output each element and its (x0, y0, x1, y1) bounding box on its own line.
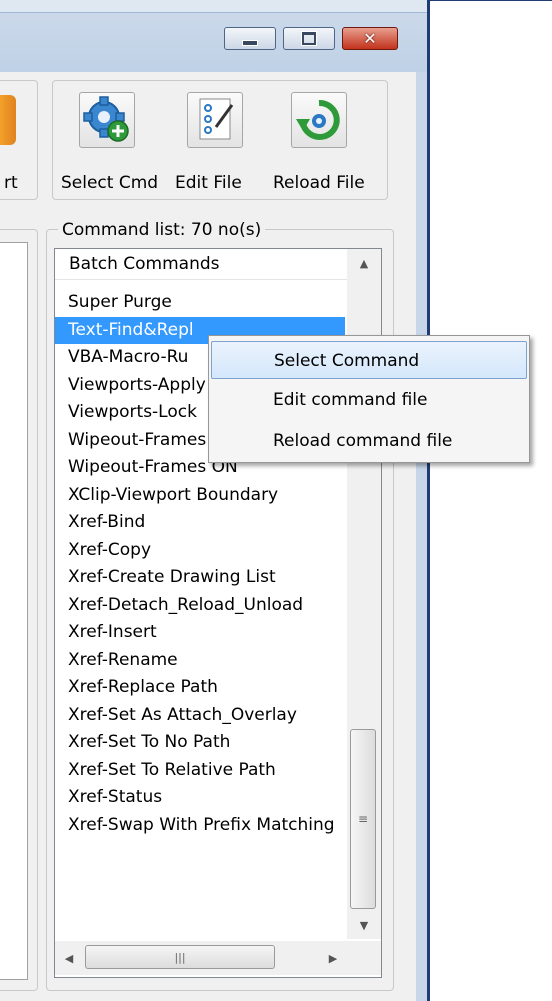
scroll-right-arrow[interactable]: ▶ (319, 941, 347, 975)
partial-toolbar-icon[interactable] (0, 95, 16, 145)
edit-file-icon (187, 92, 243, 148)
list-item[interactable]: Xref-Set As Attach_Overlay (55, 702, 345, 730)
list-item[interactable]: XClip-Viewport Boundary (55, 482, 345, 510)
minimize-button[interactable] (224, 27, 276, 50)
list-item[interactable]: Xref-Detach_Reload_Unload (55, 592, 345, 620)
close-button[interactable]: ✕ (342, 27, 398, 50)
select-cmd-button[interactable]: Select Cmd (61, 81, 159, 201)
application-window: ✕ rt Select Cmd Edit File Reload File Co… (0, 0, 430, 1001)
maximize-icon (302, 32, 316, 45)
reload-file-label: Reload File (273, 173, 365, 193)
list-item[interactable]: Xref-Swap With Prefix Matching (55, 812, 345, 840)
edit-file-label: Edit File (175, 173, 242, 193)
minimize-icon (242, 39, 258, 46)
toolbar-group: Select Cmd Edit File Reload File (52, 80, 388, 200)
list-item[interactable]: Xref-Set To Relative Path (55, 757, 345, 785)
title-bar[interactable]: ✕ (0, 12, 427, 73)
client-area: rt Select Cmd Edit File Reload File Comm… (0, 72, 416, 1001)
list-item[interactable]: Xref-Set To No Path (55, 729, 345, 757)
scroll-down-arrow[interactable]: ▼ (347, 911, 381, 939)
menu-item-reload-command-file[interactable]: Reload command file (211, 422, 527, 460)
menu-item-select-command[interactable]: Select Command (211, 341, 527, 379)
window-right-frame (416, 72, 427, 1001)
gear-add-icon (79, 92, 135, 148)
left-panel (0, 229, 38, 991)
scrollbar-corner (347, 941, 381, 975)
edit-file-button[interactable]: Edit File (173, 81, 269, 201)
menu-item-edit-command-file[interactable]: Edit command file (211, 381, 527, 419)
list-item[interactable]: Xref-Copy (55, 537, 345, 565)
left-toolbar-group: rt (0, 80, 38, 200)
list-item[interactable]: Xref-Replace Path (55, 674, 345, 702)
reload-icon (291, 92, 347, 148)
reload-file-button[interactable]: Reload File (273, 81, 383, 201)
list-item[interactable]: Super Purge (55, 289, 345, 317)
left-panel-list[interactable] (0, 242, 28, 980)
vertical-scroll-thumb[interactable]: ≡ (350, 729, 376, 909)
command-list-title: Command list: 70 no(s) (58, 220, 266, 240)
scroll-up-arrow[interactable]: ▲ (347, 249, 381, 277)
context-menu: Select Command Edit command file Reload … (208, 335, 530, 463)
column-header-batch-commands[interactable]: Batch Commands (55, 249, 359, 280)
window-frame-top (430, 0, 552, 1)
list-item[interactable]: Xref-Status (55, 784, 345, 812)
maximize-button[interactable] (283, 27, 335, 50)
partial-toolbar-label: rt (4, 173, 18, 193)
scroll-left-arrow[interactable]: ◀ (55, 941, 83, 975)
horizontal-scrollbar[interactable]: ◀ ||| ▶ (55, 941, 347, 975)
select-cmd-label: Select Cmd (61, 173, 159, 193)
close-icon: ✕ (363, 28, 377, 48)
horizontal-scroll-thumb[interactable]: ||| (85, 945, 275, 969)
list-item[interactable]: Xref-Rename (55, 647, 345, 675)
list-item[interactable]: Xref-Create Drawing List (55, 564, 345, 592)
list-item[interactable]: Xref-Insert (55, 619, 345, 647)
list-item[interactable]: Xref-Bind (55, 509, 345, 537)
